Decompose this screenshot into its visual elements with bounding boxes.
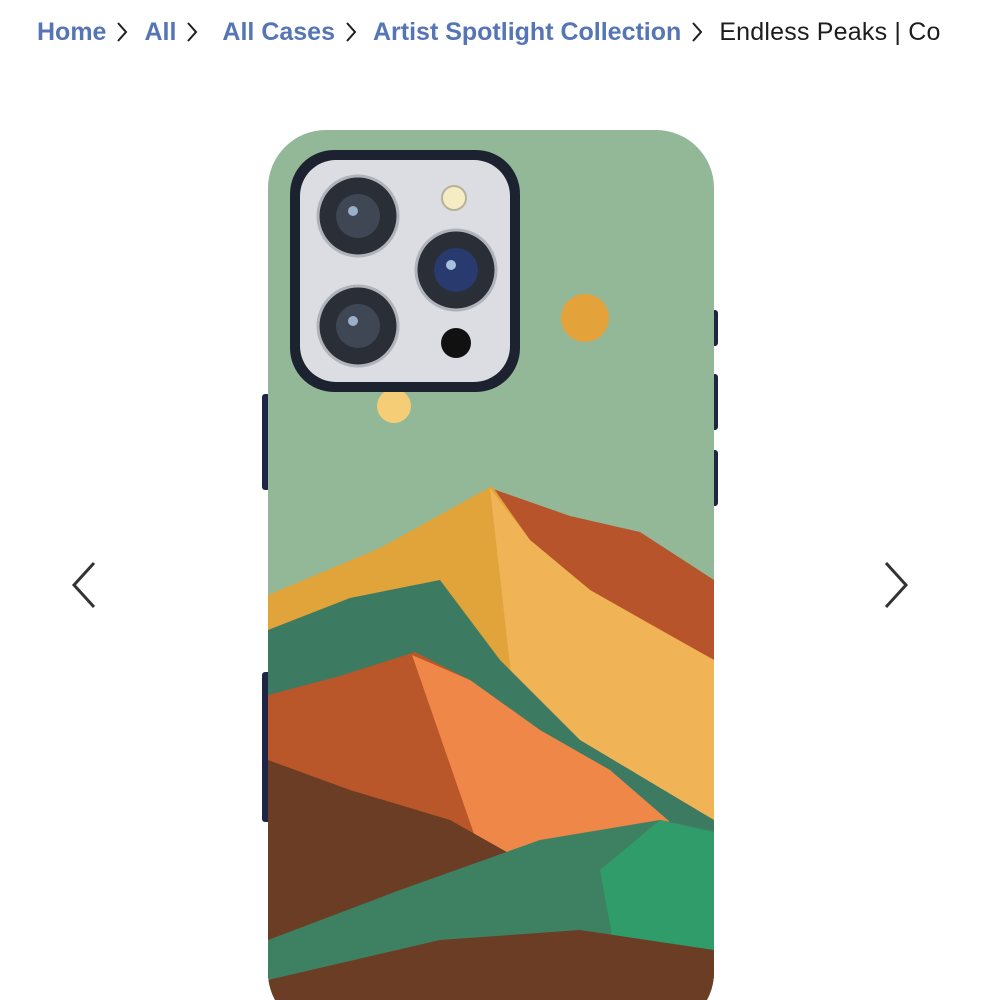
- chevron-right-icon: [178, 21, 206, 43]
- chevron-right-icon: [337, 21, 365, 43]
- chevron-right-icon: [108, 21, 136, 43]
- phone-case-image: [262, 130, 718, 1000]
- chevron-left-icon: [71, 561, 96, 609]
- breadcrumb-current-page: Endless Peaks | Co: [719, 17, 941, 46]
- breadcrumb-collection-link[interactable]: Artist Spotlight Collection: [373, 18, 681, 47]
- carousel-next-button[interactable]: [874, 558, 918, 612]
- breadcrumb-home-link[interactable]: Home: [37, 18, 106, 47]
- carousel-prev-button[interactable]: [62, 558, 106, 612]
- product-image: [240, 120, 740, 1000]
- chevron-right-icon: [683, 21, 711, 43]
- breadcrumb: Home All All Cases Artist Spotlight Coll…: [37, 14, 1000, 50]
- breadcrumb-all-link[interactable]: All: [144, 18, 176, 47]
- product-image-carousel: [0, 80, 1000, 1000]
- chevron-right-icon: [884, 561, 909, 609]
- breadcrumb-all-cases-link[interactable]: All Cases: [222, 18, 335, 47]
